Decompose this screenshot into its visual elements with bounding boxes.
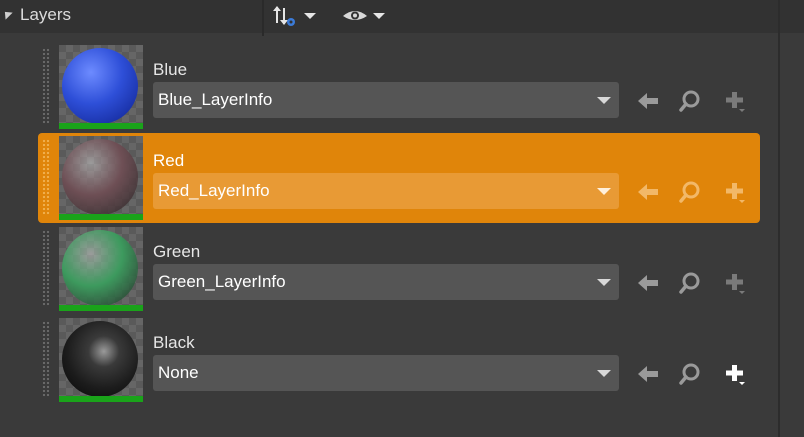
layer-name: Red <box>153 151 185 170</box>
plus-icon <box>726 92 745 112</box>
plus-icon <box>726 274 745 294</box>
create-layer-info-button[interactable] <box>723 180 747 204</box>
chevron-down-icon <box>597 97 611 104</box>
arrow-left-icon <box>638 275 658 291</box>
layer-name: Black <box>153 333 195 352</box>
layer-color-bar <box>59 305 143 311</box>
arrow-left-icon <box>638 184 658 200</box>
layer-row-blue[interactable]: Blue Blue_LayerInfo <box>38 42 760 132</box>
eye-icon <box>343 11 385 20</box>
layer-preview-thumbnail <box>59 318 143 402</box>
layer-preview-thumbnail <box>59 136 143 220</box>
plus-icon <box>726 365 745 385</box>
use-selected-asset-button[interactable] <box>636 89 660 113</box>
create-layer-info-button[interactable] <box>723 271 747 295</box>
search-icon <box>679 272 700 294</box>
layer-info-value: None <box>158 363 199 382</box>
layer-preview-thumbnail <box>59 45 143 129</box>
drag-handle[interactable] <box>42 139 50 215</box>
layer-info-value: Red_LayerInfo <box>158 181 270 200</box>
search-icon <box>679 363 700 385</box>
create-layer-info-button[interactable] <box>723 89 747 113</box>
browse-asset-button[interactable] <box>678 180 702 204</box>
panel-title: Layers <box>20 5 72 24</box>
layer-row-green[interactable]: Green Green_LayerInfo <box>38 224 760 314</box>
search-icon <box>679 90 700 112</box>
layer-row-red[interactable]: Red Red_LayerInfo <box>38 133 760 223</box>
layer-info-dropdown[interactable]: Red_LayerInfo <box>153 173 619 209</box>
drag-handle[interactable] <box>42 321 50 397</box>
use-selected-asset-button[interactable] <box>636 271 660 295</box>
layer-info-dropdown[interactable]: None <box>153 355 619 391</box>
chevron-down-icon <box>597 188 611 195</box>
plus-icon <box>726 183 745 203</box>
layer-info-dropdown[interactable]: Green_LayerInfo <box>153 264 619 300</box>
header-divider <box>262 0 264 36</box>
browse-asset-button[interactable] <box>678 89 702 113</box>
sort-filter-button[interactable] <box>271 3 321 29</box>
drag-handle[interactable] <box>42 230 50 306</box>
material-sphere-preview <box>62 230 138 306</box>
layer-row-black[interactable]: Black None <box>38 315 760 405</box>
chevron-down-icon <box>597 370 611 377</box>
layer-info-dropdown[interactable]: Blue_LayerInfo <box>153 82 619 118</box>
layer-name: Blue <box>153 60 188 79</box>
collapse-arrow-icon[interactable] <box>1 8 13 20</box>
material-sphere-preview <box>62 321 138 397</box>
drag-handle[interactable] <box>42 48 50 124</box>
arrow-left-icon <box>638 366 658 382</box>
layer-color-bar <box>59 214 143 220</box>
layers-panel-header: Layers <box>0 0 804 36</box>
layer-name: Green <box>153 242 201 261</box>
browse-asset-button[interactable] <box>678 271 702 295</box>
arrow-left-icon <box>638 93 658 109</box>
visibility-button[interactable] <box>341 3 391 29</box>
layer-color-bar <box>59 123 143 129</box>
create-layer-info-button[interactable] <box>723 362 747 386</box>
search-icon <box>679 181 700 203</box>
use-selected-asset-button[interactable] <box>636 180 660 204</box>
material-sphere-preview <box>62 48 138 124</box>
sort-filter-icon <box>273 6 316 26</box>
chevron-down-icon <box>597 279 611 286</box>
layer-info-value: Green_LayerInfo <box>158 272 286 291</box>
layer-color-bar <box>59 396 143 402</box>
layer-preview-thumbnail <box>59 227 143 311</box>
browse-asset-button[interactable] <box>678 362 702 386</box>
use-selected-asset-button[interactable] <box>636 362 660 386</box>
material-sphere-preview <box>62 139 138 215</box>
layer-info-value: Blue_LayerInfo <box>158 90 273 109</box>
panel-edge <box>778 0 780 437</box>
